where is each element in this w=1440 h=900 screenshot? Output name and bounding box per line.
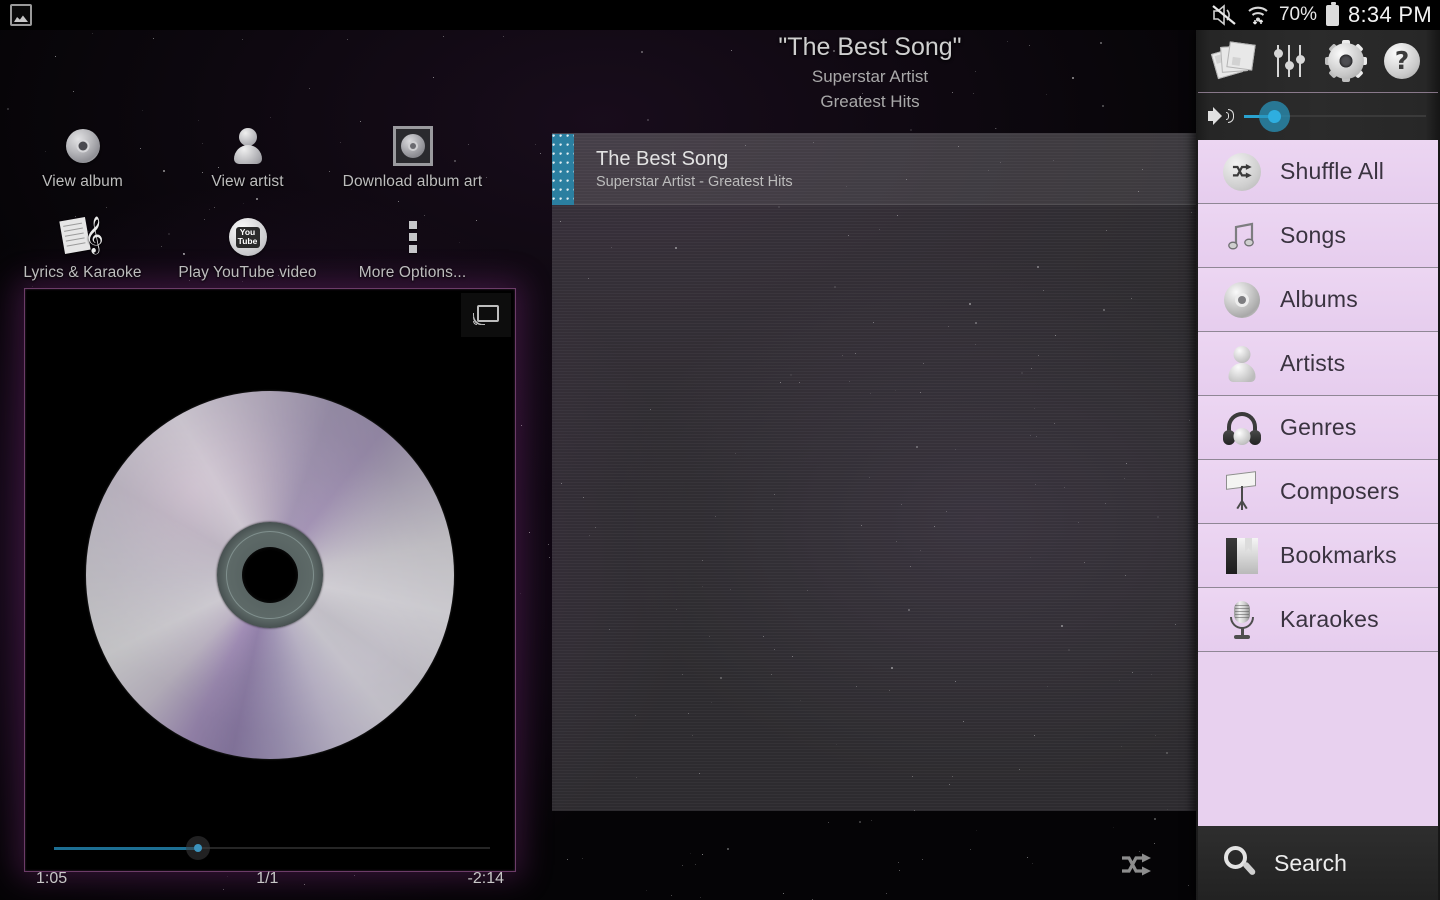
framed-album-art-icon (392, 124, 433, 168)
action-more-options[interactable]: More Options... (330, 211, 495, 282)
gallery-image-icon (10, 4, 32, 26)
app-screen: View album View artist Download album ar… (0, 0, 1440, 900)
cd-disc-icon (1222, 280, 1262, 320)
person-icon (231, 124, 265, 168)
help-button[interactable]: ? (1380, 39, 1424, 83)
menu-item-label: Artists (1280, 350, 1346, 376)
menu-item-albums[interactable]: Albums (1198, 268, 1438, 332)
search-button[interactable]: Search (1198, 826, 1438, 900)
remaining-time: -2:14 (467, 870, 504, 887)
settings-button[interactable] (1324, 39, 1368, 83)
menu-item-label: Albums (1280, 286, 1358, 312)
microphone-icon (1222, 600, 1262, 640)
drawer-menu: Shuffle All Songs Albums Artists Genres … (1198, 140, 1438, 826)
action-play-youtube-video[interactable]: You Tube Play YouTube video (165, 211, 330, 282)
overflow-dots-icon (408, 215, 417, 259)
music-stand-icon (1222, 470, 1262, 512)
status-bar-right: 70% 8:34 PM (1211, 0, 1432, 30)
equalizer-button[interactable] (1268, 39, 1312, 83)
playlist-row[interactable]: The Best Song Superstar Artist - Greates… (552, 134, 1197, 205)
volume-thumb[interactable] (1258, 101, 1290, 132)
search-label: Search (1274, 849, 1347, 876)
drawer-arrow-icon[interactable] (0, 455, 2, 475)
seek-bar-fill (54, 847, 198, 850)
help-icon: ? (1384, 43, 1420, 79)
battery-percent: 70% (1278, 4, 1317, 25)
person-icon (1222, 344, 1262, 384)
playlist-panel[interactable]: The Best Song Superstar Artist - Greates… (552, 133, 1197, 811)
mute-icon (1212, 4, 1236, 26)
seek-bar-thumb[interactable] (185, 836, 210, 860)
menu-item-label: Genres (1280, 414, 1357, 440)
albums-grid-icon (1210, 41, 1256, 80)
music-note-icon (1222, 216, 1262, 256)
equalizer-icon (1272, 43, 1308, 79)
playlist-row-title: The Best Song (596, 148, 729, 170)
now-playing-title: "The Best Song" (778, 33, 962, 61)
cd-disc-icon (65, 124, 100, 168)
right-drawer: ? Shuffle All Songs Albums Artists Genre… (1196, 30, 1440, 900)
headphones-icon (1222, 408, 1262, 448)
action-label: Download album art (342, 173, 483, 190)
menu-item-songs[interactable]: Songs (1198, 204, 1438, 268)
action-view-artist[interactable]: View artist (165, 120, 330, 191)
menu-item-label: Bookmarks (1280, 542, 1397, 568)
menu-item-composers[interactable]: Composers (1198, 460, 1438, 524)
shuffle-icon (1122, 853, 1151, 876)
menu-item-label: Shuffle All (1280, 158, 1385, 184)
action-lyrics-karaoke[interactable]: 𝄞 Lyrics & Karaoke (0, 211, 165, 282)
quick-actions-row-1: View album View artist Download album ar… (0, 120, 540, 191)
volume-slider-row[interactable] (1196, 93, 1440, 139)
menu-item-bookmarks[interactable]: Bookmarks (1198, 524, 1438, 588)
action-label: View album (42, 173, 123, 190)
quick-actions-grid: View album View artist Download album ar… (0, 120, 540, 282)
wifi-icon (1248, 6, 1268, 25)
shuffle-icon (1222, 152, 1262, 192)
transport-controls: 1:05 1/1 -2:14 (24, 836, 516, 896)
menu-item-label: Songs (1280, 222, 1347, 248)
playlist-row-text: The Best Song Superstar Artist - Greates… (574, 146, 793, 192)
playlist-row-subtitle: Superstar Artist - Greatest Hits (596, 174, 793, 190)
lyrics-sheet-icon: 𝄞 (58, 215, 104, 259)
album-art-panel[interactable] (24, 288, 516, 872)
status-bar-clock: 8:34 PM (1347, 2, 1432, 27)
bookmark-book-icon (1222, 536, 1262, 576)
speaker-icon (1208, 107, 1234, 125)
cast-button[interactable] (461, 293, 511, 337)
youtube-icon: You Tube (228, 215, 267, 259)
quick-actions-row-2: 𝄞 Lyrics & Karaoke You Tube Play YouTube … (0, 211, 540, 282)
menu-item-label: Karaokes (1280, 606, 1379, 632)
search-icon (1224, 846, 1258, 880)
menu-item-shuffle-all[interactable]: Shuffle All (1198, 140, 1438, 204)
cd-disc-art (86, 391, 454, 759)
shuffle-toggle-button[interactable] (1120, 852, 1154, 878)
battery-icon (1325, 1, 1339, 26)
status-bar: 70% 8:34 PM (0, 0, 1440, 30)
menu-item-karaokes[interactable]: Karaokes (1198, 588, 1438, 652)
cast-icon (473, 305, 499, 325)
elapsed-time: 1:05 (36, 870, 68, 887)
time-readouts: 1:05 1/1 -2:14 (24, 870, 516, 888)
menu-item-genres[interactable]: Genres (1198, 396, 1438, 460)
now-playing-header: "The Best Song" Superstar Artist Greates… (540, 30, 1200, 114)
now-playing-artist: Superstar Artist (811, 67, 929, 86)
track-position: 1/1 (256, 870, 279, 887)
action-view-album[interactable]: View album (0, 120, 165, 191)
drawer-toolbar: ? (1196, 30, 1440, 92)
albums-grid-button[interactable] (1210, 39, 1256, 83)
action-label: More Options... (358, 264, 467, 281)
action-label: View artist (211, 173, 284, 190)
action-label: Play YouTube video (178, 264, 317, 281)
menu-item-label: Composers (1280, 478, 1400, 504)
drag-handle-icon[interactable] (552, 134, 574, 205)
cd-center-hole (242, 547, 298, 603)
menu-item-artists[interactable]: Artists (1198, 332, 1438, 396)
gear-icon (1325, 40, 1367, 82)
now-playing-album: Greatest Hits (820, 92, 920, 111)
action-download-album-art[interactable]: Download album art (330, 120, 495, 191)
action-label: Lyrics & Karaoke (23, 264, 142, 281)
